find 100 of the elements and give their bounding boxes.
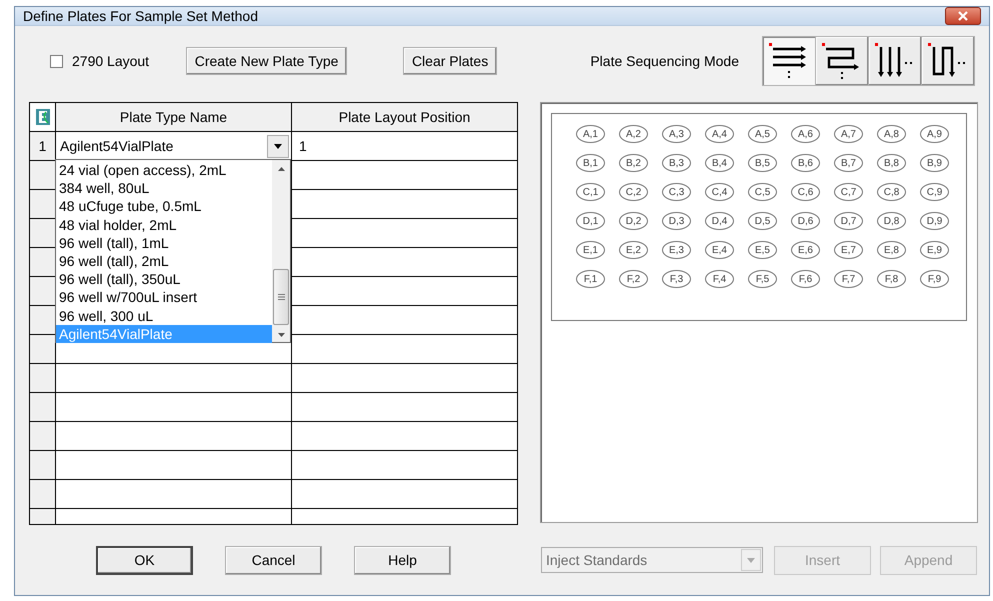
well[interactable]: D,9: [920, 212, 949, 230]
well[interactable]: E,9: [920, 241, 949, 259]
scrollbar[interactable]: [272, 160, 290, 342]
well[interactable]: F,5: [748, 270, 777, 288]
table-cell[interactable]: [292, 161, 517, 189]
well[interactable]: E,3: [662, 241, 691, 259]
table-cell[interactable]: [56, 364, 292, 392]
table-cell[interactable]: [292, 306, 517, 334]
well[interactable]: F,7: [834, 270, 863, 288]
well[interactable]: B,8: [877, 154, 906, 172]
dropdown-option[interactable]: 96 well (tall), 350uL: [56, 270, 272, 288]
well[interactable]: B,2: [619, 154, 648, 172]
well[interactable]: A,3: [662, 125, 691, 143]
well[interactable]: A,5: [748, 125, 777, 143]
table-cell[interactable]: [292, 335, 517, 363]
dialog-button[interactable]: Cancel: [225, 546, 322, 574]
well[interactable]: F,6: [791, 270, 820, 288]
sequencing-mode-button[interactable]: [868, 36, 922, 86]
well[interactable]: E,8: [877, 241, 906, 259]
well[interactable]: B,6: [791, 154, 820, 172]
plate-type-combo[interactable]: Agilent54VialPlate: [56, 132, 292, 160]
well[interactable]: D,6: [791, 212, 820, 230]
well[interactable]: F,2: [619, 270, 648, 288]
scroll-thumb[interactable]: [273, 269, 289, 325]
table-cell[interactable]: [292, 277, 517, 305]
dropdown-option[interactable]: 384 well, 80uL: [56, 179, 272, 198]
well[interactable]: F,9: [920, 270, 949, 288]
dialog-button[interactable]: OK: [96, 546, 193, 574]
well[interactable]: F,4: [705, 270, 734, 288]
table-cell[interactable]: [56, 393, 292, 421]
well[interactable]: A,7: [834, 125, 863, 143]
dropdown-option[interactable]: 48 uCfuge tube, 0.5mL: [56, 197, 272, 216]
close-button[interactable]: [945, 7, 981, 25]
well[interactable]: A,4: [705, 125, 734, 143]
well[interactable]: D,3: [662, 212, 691, 230]
well[interactable]: C,1: [576, 183, 605, 201]
well[interactable]: C,5: [748, 183, 777, 201]
table-cell[interactable]: [292, 190, 517, 218]
well[interactable]: A,9: [920, 125, 949, 143]
table-cell[interactable]: [292, 451, 517, 479]
well[interactable]: F,3: [662, 270, 691, 288]
dialog-button[interactable]: Help: [354, 546, 451, 574]
well[interactable]: A,8: [877, 125, 906, 143]
dropdown-option[interactable]: 96 well (tall), 2mL: [56, 252, 272, 270]
dropdown-option[interactable]: 24 vial (open access), 2mL: [56, 161, 272, 180]
table-cell[interactable]: [292, 393, 517, 421]
sequencing-label: Plate Sequencing Mode: [590, 53, 739, 69]
well[interactable]: D,4: [705, 212, 734, 230]
toolbar-button[interactable]: Clear Plates: [403, 47, 498, 75]
well[interactable]: A,2: [619, 125, 648, 143]
well[interactable]: E,2: [619, 241, 648, 259]
sequencing-mode-button[interactable]: [921, 36, 975, 86]
toolbar-button[interactable]: Create New Plate Type: [186, 47, 348, 75]
well[interactable]: E,5: [748, 241, 777, 259]
table-cell[interactable]: [292, 364, 517, 392]
well[interactable]: B,4: [705, 154, 734, 172]
dropdown-option[interactable]: 48 vial holder, 2mL: [56, 216, 272, 234]
dropdown-option[interactable]: 96 well, 300 uL: [56, 306, 272, 325]
well[interactable]: E,1: [576, 241, 605, 259]
well[interactable]: C,6: [791, 183, 820, 201]
well[interactable]: B,1: [576, 154, 605, 172]
well[interactable]: C,9: [920, 183, 949, 201]
dropdown-option[interactable]: 96 well (tall), 1mL: [56, 234, 272, 252]
well[interactable]: E,4: [705, 241, 734, 259]
well[interactable]: F,8: [877, 270, 906, 288]
well[interactable]: E,7: [834, 241, 863, 259]
well[interactable]: D,1: [576, 212, 605, 230]
table-cell[interactable]: [292, 480, 517, 508]
well[interactable]: C,2: [619, 183, 648, 201]
table-cell[interactable]: [56, 451, 292, 479]
well[interactable]: C,7: [834, 183, 863, 201]
well[interactable]: B,9: [920, 154, 949, 172]
well[interactable]: D,2: [619, 212, 648, 230]
well[interactable]: D,7: [834, 212, 863, 230]
dropdown-option[interactable]: 96 well w/700uL insert: [56, 288, 272, 306]
table-cell[interactable]: [292, 422, 517, 450]
well[interactable]: D,8: [877, 212, 906, 230]
dropdown-button[interactable]: [267, 134, 289, 158]
layout-checkbox[interactable]: [50, 54, 63, 68]
grid-logo-icon: [36, 109, 50, 125]
sequencing-mode-button[interactable]: [762, 36, 816, 86]
well[interactable]: B,5: [748, 154, 777, 172]
well[interactable]: B,7: [834, 154, 863, 172]
well[interactable]: E,6: [791, 241, 820, 259]
table-cell[interactable]: [56, 422, 292, 450]
well[interactable]: C,8: [877, 183, 906, 201]
table-cell[interactable]: [292, 248, 517, 276]
table-cell[interactable]: [56, 480, 292, 508]
well[interactable]: A,6: [791, 125, 820, 143]
table-cell[interactable]: 1: [292, 132, 517, 160]
well[interactable]: C,3: [662, 183, 691, 201]
column-header: Plate Layout Position: [338, 108, 472, 127]
well[interactable]: B,3: [662, 154, 691, 172]
well[interactable]: A,1: [576, 125, 605, 143]
well[interactable]: C,4: [705, 183, 734, 201]
well[interactable]: D,5: [748, 212, 777, 230]
well[interactable]: F,1: [576, 270, 605, 288]
close-icon: [957, 11, 969, 21]
table-cell[interactable]: [292, 219, 517, 247]
sequencing-mode-button[interactable]: [815, 36, 869, 86]
